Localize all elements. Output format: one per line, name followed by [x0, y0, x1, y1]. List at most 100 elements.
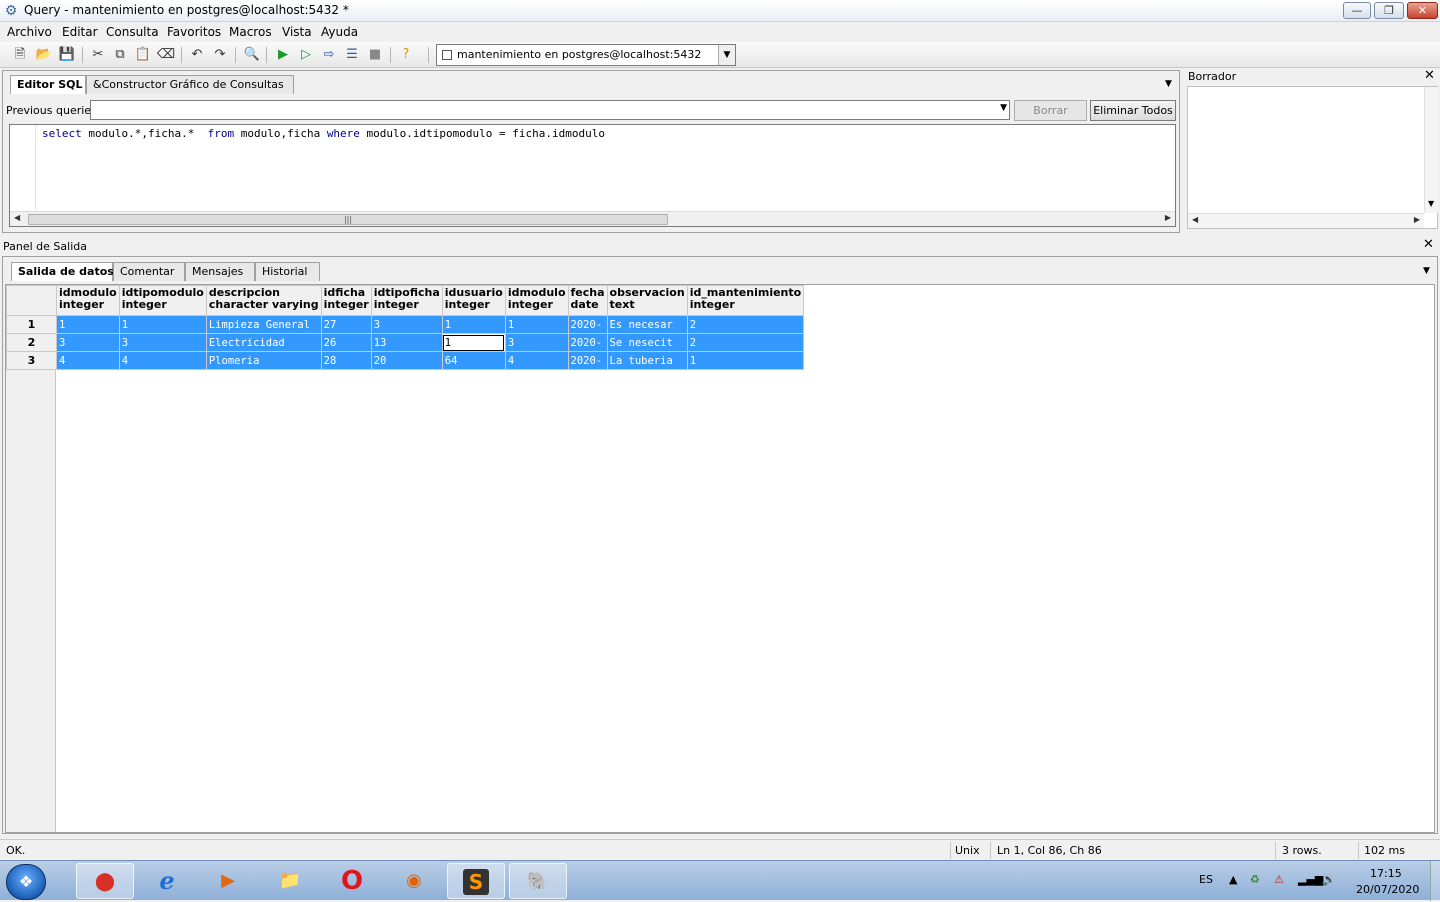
- sql-query-text[interactable]: select modulo.*,ficha.* from modulo,fich…: [42, 127, 605, 140]
- previous-queries-select[interactable]: ▼: [90, 100, 1010, 120]
- table-cell[interactable]: 4: [504, 351, 569, 370]
- chevron-down-icon[interactable]: ▼: [1000, 103, 1007, 113]
- tab-query-builder[interactable]: &Constructor Gráfico de Consultas: [86, 75, 294, 94]
- row-number[interactable]: 2: [6, 333, 57, 352]
- table-cell[interactable]: 3: [370, 315, 443, 334]
- borrar-button[interactable]: Borrar: [1014, 100, 1087, 121]
- table-cell[interactable]: 27: [320, 315, 372, 334]
- column-header[interactable]: observacion text: [606, 285, 688, 316]
- grid-corner[interactable]: [6, 285, 57, 316]
- cut-icon[interactable]: ✂: [88, 45, 108, 65]
- scroll-down-icon[interactable]: ▼: [1428, 199, 1434, 208]
- column-header[interactable]: id_mantenimiento integer: [686, 285, 805, 316]
- redo-icon[interactable]: ↷: [210, 45, 230, 65]
- opera-icon[interactable]: O: [323, 863, 381, 899]
- table-cell[interactable]: 1: [686, 351, 805, 370]
- tray-update-icon[interactable]: ♻: [1250, 873, 1260, 886]
- menu-archivo[interactable]: Archivo: [7, 25, 52, 39]
- scroll-left-icon[interactable]: ◀: [14, 213, 20, 222]
- scroll-left-icon[interactable]: ◀: [1192, 215, 1198, 224]
- table-row[interactable]: 3 4 4 Plomeria 28 20 64 4 2020- La tuber…: [6, 351, 805, 370]
- column-header[interactable]: fecha date: [567, 285, 608, 316]
- chevron-down-icon[interactable]: ▼: [718, 45, 735, 65]
- tray-language[interactable]: ES: [1199, 873, 1213, 886]
- menu-ayuda[interactable]: Ayuda: [321, 25, 358, 39]
- table-cell[interactable]: 1: [441, 315, 506, 334]
- scroll-right-icon[interactable]: ▶: [1165, 213, 1171, 222]
- results-grid[interactable]: idmodulo integer idtipomodulo integer desc…: [5, 284, 1435, 833]
- menu-consulta[interactable]: Consulta: [106, 25, 159, 39]
- windows-start-icon[interactable]: ❖: [6, 864, 46, 900]
- panel-menu-icon[interactable]: ▼: [1165, 79, 1172, 89]
- clock-time[interactable]: 17:15: [1370, 867, 1402, 880]
- tab-editor-sql[interactable]: Editor SQL: [10, 75, 86, 94]
- scroll-right-icon[interactable]: ▶: [1414, 215, 1420, 224]
- eliminar-todos-button[interactable]: Eliminar Todos: [1090, 100, 1176, 121]
- close-icon[interactable]: ✕: [1423, 237, 1434, 252]
- table-cell[interactable]: 64: [441, 351, 506, 370]
- copy-icon[interactable]: ⧉: [110, 45, 130, 65]
- column-header[interactable]: idtipomodulo integer: [118, 285, 207, 316]
- table-cell[interactable]: 2020-: [567, 351, 608, 370]
- maximize-button[interactable]: ❐: [1374, 2, 1404, 19]
- execute-to-file-icon[interactable]: ⇨: [319, 45, 339, 65]
- column-header[interactable]: idficha integer: [320, 285, 372, 316]
- connection-checkbox[interactable]: [442, 50, 452, 60]
- tab-mensajes[interactable]: Mensajes: [185, 262, 255, 281]
- row-number[interactable]: 3: [6, 351, 57, 370]
- new-file-icon[interactable]: 🗎: [10, 45, 30, 65]
- tab-comentar[interactable]: Comentar: [113, 262, 185, 281]
- tab-data-output[interactable]: Salida de datos: [11, 262, 114, 281]
- column-header[interactable]: descripcion character varying: [205, 285, 322, 316]
- tray-volume-icon[interactable]: 🔊: [1322, 873, 1336, 886]
- close-icon[interactable]: ✕: [1424, 68, 1435, 83]
- media-player-icon[interactable]: ▶: [199, 863, 257, 899]
- show-desktop-button[interactable]: [1430, 861, 1440, 901]
- connection-select[interactable]: mantenimiento en postgres@localhost:5432…: [436, 44, 736, 66]
- clear-icon[interactable]: ⌫: [156, 45, 176, 65]
- table-cell[interactable]: 13: [370, 333, 443, 352]
- save-icon[interactable]: 💾: [57, 45, 77, 65]
- horizontal-scrollbar[interactable]: ◀ ||| ▶: [10, 211, 1175, 226]
- table-cell[interactable]: Plomeria: [205, 351, 322, 370]
- sublime-text-taskbar-button[interactable]: S: [447, 863, 505, 899]
- column-header[interactable]: idusuario integer: [441, 285, 506, 316]
- help-icon[interactable]: ?: [396, 45, 416, 65]
- scratch-pad-textarea[interactable]: ▼ ◀ ▶: [1187, 86, 1438, 229]
- table-cell[interactable]: 3: [504, 333, 569, 352]
- table-row[interactable]: 1 1 1 Limpieza General 27 3 1 1 2020- Es…: [6, 315, 805, 334]
- minimize-button[interactable]: —: [1343, 2, 1371, 19]
- execute-icon[interactable]: ▶: [273, 45, 293, 65]
- pgadmin-elephant-icon[interactable]: 🐘: [509, 863, 567, 899]
- table-cell[interactable]: 4: [56, 351, 120, 370]
- menu-macros[interactable]: Macros: [229, 25, 272, 39]
- vertical-scrollbar[interactable]: ▼: [1424, 87, 1438, 213]
- panel-menu-icon[interactable]: ▼: [1423, 266, 1430, 276]
- menu-vista[interactable]: Vista: [282, 25, 312, 39]
- tab-historial[interactable]: Historial: [255, 262, 320, 281]
- tray-signal-icon[interactable]: ▂▄▆: [1298, 873, 1323, 886]
- table-cell[interactable]: 1: [504, 315, 569, 334]
- chrome-icon[interactable]: ⬤: [76, 863, 134, 899]
- table-cell[interactable]: 20: [370, 351, 443, 370]
- table-cell[interactable]: 2: [686, 333, 805, 352]
- internet-explorer-icon[interactable]: e: [138, 863, 196, 899]
- table-cell[interactable]: 26: [320, 333, 372, 352]
- table-cell[interactable]: 3: [118, 333, 207, 352]
- table-cell[interactable]: 4: [118, 351, 207, 370]
- table-cell-focused[interactable]: 1: [441, 333, 506, 352]
- table-cell[interactable]: 2020-: [567, 315, 608, 334]
- firefox-icon[interactable]: ◉: [385, 863, 443, 899]
- scrollbar-thumb[interactable]: |||: [28, 214, 668, 225]
- column-header[interactable]: idmodulo integer: [504, 285, 569, 316]
- find-icon[interactable]: 🔍: [242, 45, 262, 65]
- menu-editar[interactable]: Editar: [62, 25, 98, 39]
- table-cell[interactable]: 28: [320, 351, 372, 370]
- table-cell[interactable]: Se nesecit: [606, 333, 688, 352]
- column-header[interactable]: idmodulo integer: [56, 285, 120, 316]
- open-folder-icon[interactable]: 📂: [34, 45, 54, 65]
- table-cell[interactable]: Electricidad: [205, 333, 322, 352]
- table-cell[interactable]: 1: [118, 315, 207, 334]
- undo-icon[interactable]: ↶: [187, 45, 207, 65]
- horizontal-scrollbar[interactable]: ◀ ▶: [1188, 213, 1424, 228]
